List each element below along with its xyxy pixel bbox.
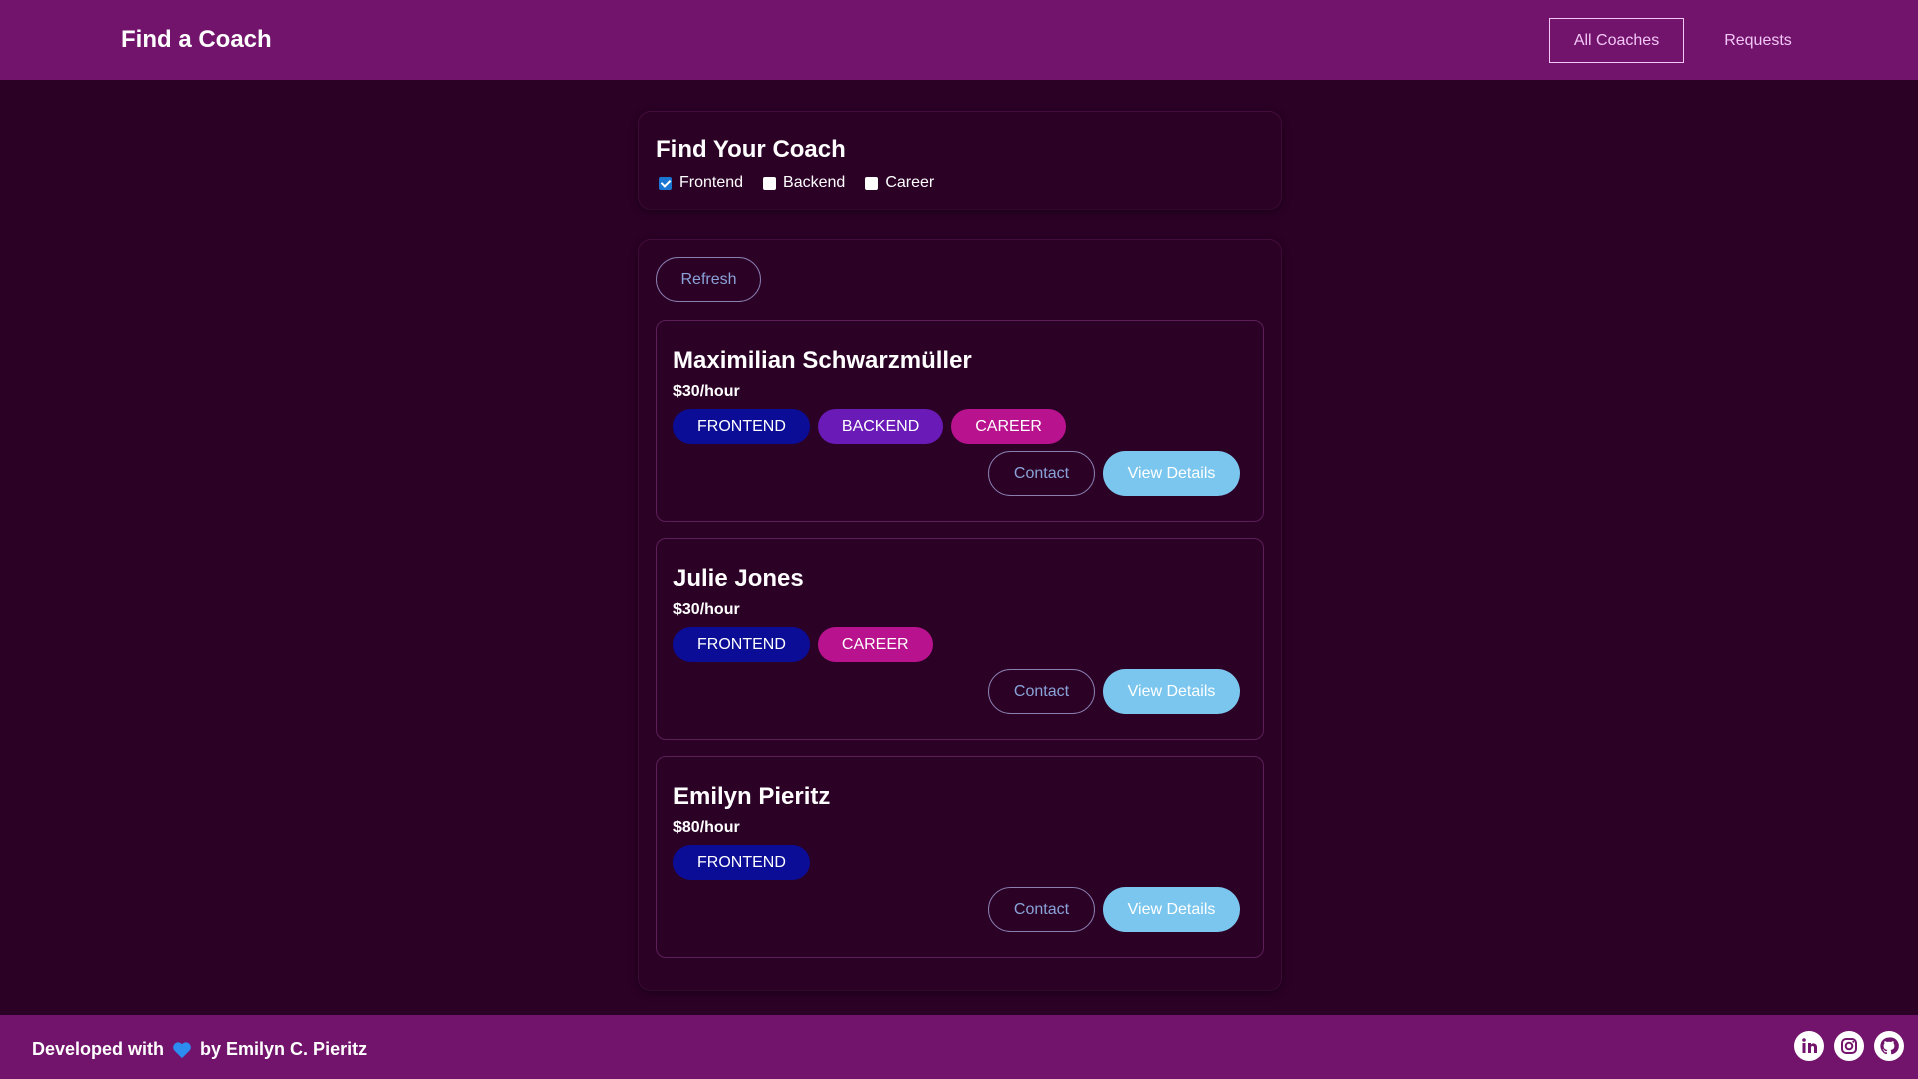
filter-career[interactable]: Career (865, 174, 934, 192)
backend-checkbox[interactable] (763, 176, 777, 190)
refresh-button[interactable]: Refresh (656, 257, 761, 302)
coach-actions: Contact View Details (988, 669, 1240, 714)
footer-credit: Developed with by Emilyn C. Pieritz (32, 1039, 367, 1060)
filter-career-label: Career (885, 174, 935, 191)
nav-requests-link[interactable]: Requests (1706, 18, 1810, 63)
area-badge-career: CAREER (951, 409, 1066, 444)
filter-backend[interactable]: Backend (763, 174, 845, 192)
heart-icon (172, 1041, 192, 1059)
area-badge-frontend: FRONTEND (673, 845, 810, 880)
coach-name: Emilyn Pieritz (673, 783, 831, 810)
filter-backend-label: Backend (783, 174, 846, 191)
career-checkbox[interactable] (865, 176, 879, 190)
coach-rate: $30/hour (673, 383, 740, 400)
coach-rate: $30/hour (673, 601, 740, 618)
filter-card: Find Your Coach Frontend Backend Career (639, 112, 1281, 209)
filter-title: Find Your Coach (656, 136, 846, 163)
coach-areas: FRONTEND CAREER (673, 627, 941, 662)
coach-item: Emilyn Pieritz $80/hour FRONTEND Contact… (656, 756, 1264, 958)
area-badge-frontend: FRONTEND (673, 409, 810, 444)
area-badge-frontend: FRONTEND (673, 627, 810, 662)
footer-text-before: Developed with (32, 1039, 165, 1059)
coach-rate: $80/hour (673, 819, 740, 836)
coach-actions: Contact View Details (988, 451, 1240, 496)
app-title[interactable]: Find a Coach (121, 26, 272, 54)
coach-areas: FRONTEND (673, 845, 818, 880)
coach-item: Julie Jones $30/hour FRONTEND CAREER Con… (656, 538, 1264, 740)
coach-list-card: Refresh Maximilian Schwarzmüller $30/hou… (639, 240, 1281, 990)
view-details-button[interactable]: View Details (1103, 887, 1240, 932)
frontend-checkbox[interactable] (659, 176, 672, 190)
app-footer: Developed with by Emilyn C. Pieritz (0, 1015, 1918, 1079)
coach-name: Maximilian Schwarzmüller (673, 347, 972, 374)
nav-all-coaches-button[interactable]: All Coaches (1549, 18, 1684, 63)
instagram-icon[interactable] (1834, 1031, 1864, 1061)
area-badge-career: CAREER (817, 627, 933, 662)
view-details-button[interactable]: View Details (1103, 669, 1240, 714)
filter-frontend-label: Frontend (679, 174, 744, 191)
filter-options: Frontend Backend Career (659, 174, 954, 192)
coach-item: Maximilian Schwarzmüller $30/hour FRONTE… (656, 320, 1264, 522)
coach-actions: Contact View Details (988, 887, 1240, 932)
coach-areas: FRONTEND BACKEND CAREER (673, 409, 1074, 444)
view-details-button[interactable]: View Details (1103, 451, 1240, 496)
contact-button[interactable]: Contact (988, 887, 1095, 932)
footer-text-after: by Emilyn C. Pieritz (200, 1039, 368, 1059)
contact-button[interactable]: Contact (988, 451, 1095, 496)
app-header: Find a Coach All Coaches Requests (0, 0, 1918, 80)
coach-name: Julie Jones (673, 565, 804, 592)
social-links (1784, 1031, 1904, 1061)
github-icon[interactable] (1874, 1031, 1904, 1061)
linkedin-icon[interactable] (1794, 1031, 1824, 1061)
contact-button[interactable]: Contact (988, 669, 1095, 714)
area-badge-backend: BACKEND (817, 409, 944, 444)
filter-frontend[interactable]: Frontend (659, 174, 743, 192)
